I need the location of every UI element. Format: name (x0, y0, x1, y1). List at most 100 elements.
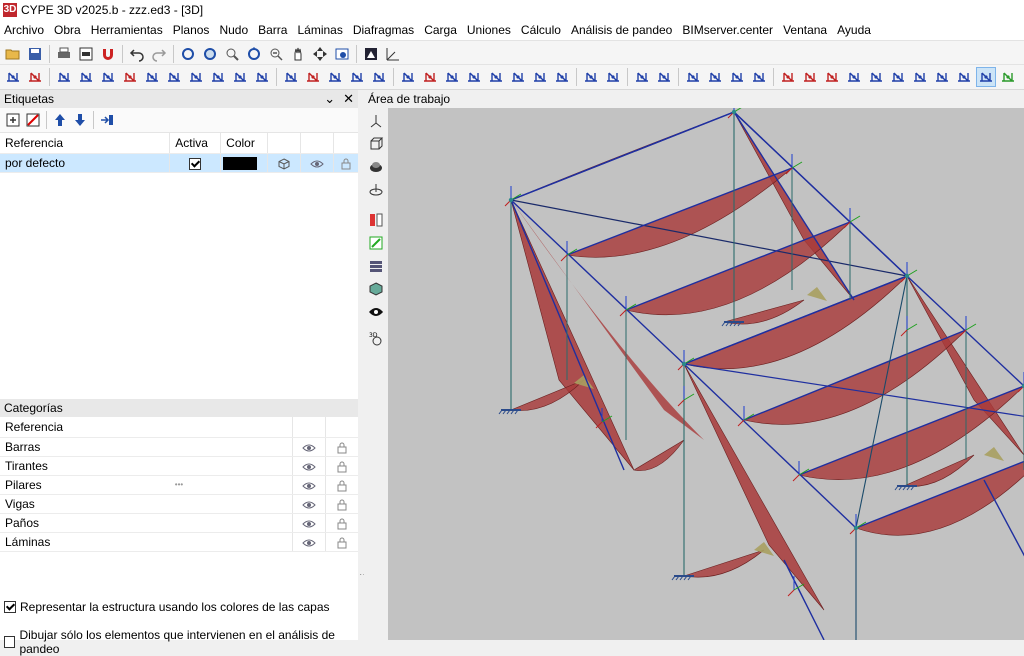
menu-item[interactable]: Barra (254, 23, 293, 37)
lock-icon[interactable] (335, 518, 349, 530)
node-load-4-icon[interactable] (749, 67, 769, 87)
edit-plane-icon[interactable] (366, 233, 386, 253)
menu-item[interactable]: Herramientas (87, 23, 169, 37)
arrow-up-icon[interactable] (51, 111, 69, 129)
load-icon[interactable] (632, 67, 652, 87)
local-axis-y[interactable] (619, 309, 627, 317)
member-load-icon[interactable] (654, 67, 674, 87)
node-load-1-icon[interactable] (683, 67, 703, 87)
diagonal-icon[interactable] (325, 67, 345, 87)
dxf-icon[interactable] (76, 44, 96, 64)
menu-item[interactable]: Cálculo (517, 23, 567, 37)
only-buckling-checkbox[interactable] (4, 636, 16, 648)
node-load-2-icon[interactable] (705, 67, 725, 87)
grid-icon[interactable] (186, 67, 206, 87)
new-bar-icon[interactable] (142, 67, 162, 87)
gusset-plate[interactable] (807, 287, 827, 301)
beam-selected-icon[interactable] (976, 67, 996, 87)
3d-viewport[interactable] (388, 108, 1024, 640)
pencil-icon[interactable] (866, 67, 886, 87)
menu-item[interactable]: Obra (50, 23, 87, 37)
local-axis-y[interactable] (792, 474, 800, 482)
lock-icon[interactable] (335, 480, 349, 492)
pan-hand-icon[interactable] (288, 44, 308, 64)
moment-diagram[interactable] (723, 299, 805, 325)
eye-icon[interactable] (310, 158, 324, 170)
open-folder-icon[interactable] (3, 44, 23, 64)
joint-icon[interactable] (164, 67, 184, 87)
local-axis-y[interactable] (560, 254, 568, 262)
menu-item[interactable]: Nudo (215, 23, 254, 37)
local-axis-x[interactable] (683, 393, 695, 401)
pin-bar-icon[interactable] (369, 67, 389, 87)
save-icon[interactable] (25, 44, 45, 64)
menu-item[interactable]: Carga (420, 23, 463, 37)
redo-icon[interactable] (149, 44, 169, 64)
render-view-icon[interactable] (361, 44, 381, 64)
mesh-icon[interactable] (230, 67, 250, 87)
layers-icon[interactable] (366, 256, 386, 276)
label-reference[interactable]: por defecto (0, 153, 171, 173)
local-axis-x[interactable] (906, 323, 918, 331)
local-axis-x[interactable] (849, 215, 861, 223)
flag-3-icon[interactable] (822, 67, 842, 87)
label-active-checkbox[interactable] (189, 157, 202, 170)
local-axis-x[interactable] (791, 161, 803, 169)
local-axis-y[interactable] (900, 329, 908, 337)
lock-icon[interactable] (335, 499, 349, 511)
structure-node[interactable] (904, 273, 910, 279)
structure-node[interactable] (853, 525, 859, 531)
structure-node[interactable] (508, 197, 514, 203)
node-grid-icon[interactable] (3, 67, 23, 87)
delete-label-icon[interactable] (24, 111, 42, 129)
section-plane-icon[interactable] (366, 210, 386, 230)
table-row[interactable]: Barras (0, 437, 358, 457)
structure-3d-model[interactable] (388, 108, 1024, 640)
view-window-icon[interactable] (332, 44, 352, 64)
only-buckling-option[interactable]: Dibujar sólo los elementos que intervien… (0, 628, 358, 656)
zoom-window-icon[interactable] (200, 44, 220, 64)
menu-item[interactable]: Ventana (779, 23, 833, 37)
copy-icon[interactable] (76, 67, 96, 87)
horizontal-bar-icon[interactable] (281, 67, 301, 87)
structure-node[interactable] (681, 361, 687, 367)
assign-label-icon[interactable] (98, 111, 116, 129)
moment-diagram[interactable] (683, 549, 765, 578)
group-view-icon[interactable] (366, 279, 386, 299)
delete-bar-icon[interactable] (303, 67, 323, 87)
remove-point-icon[interactable] (420, 67, 440, 87)
moment-diagram[interactable] (633, 439, 685, 471)
eye-icon[interactable] (302, 537, 316, 549)
eye-icon[interactable] (302, 442, 316, 454)
local-axis-y[interactable] (737, 419, 745, 427)
table-row[interactable]: Tirantes (0, 456, 358, 476)
view-3d-icon[interactable]: 3D (366, 328, 386, 348)
zoom-out-icon[interactable] (266, 44, 286, 64)
eye-icon[interactable] (302, 461, 316, 473)
cube-red-icon[interactable] (25, 67, 45, 87)
zoom-refresh-icon[interactable] (178, 44, 198, 64)
local-axis-x[interactable] (965, 323, 977, 331)
rotate-view-icon[interactable] (366, 180, 386, 200)
zoom-extents-icon[interactable] (244, 44, 264, 64)
rotate-bar-icon[interactable] (464, 67, 484, 87)
menu-item[interactable]: BIMserver.center (678, 23, 779, 37)
axis-view-icon[interactable] (366, 111, 386, 131)
table-row[interactable]: por defecto (0, 153, 358, 173)
table-row[interactable]: Paños (0, 513, 358, 533)
steel-icon[interactable] (844, 67, 864, 87)
structure-node[interactable] (731, 109, 737, 115)
magnet-icon[interactable] (98, 44, 118, 64)
flag-icon[interactable] (778, 67, 798, 87)
eye-icon[interactable] (302, 518, 316, 530)
local-axis-y[interactable] (677, 399, 685, 407)
move-icon[interactable] (54, 67, 74, 87)
menu-item[interactable]: Análisis de pandeo (567, 23, 678, 37)
lock-icon[interactable] (335, 461, 349, 473)
gusset-plate[interactable] (984, 447, 1004, 461)
use-layer-colors-checkbox[interactable] (4, 601, 16, 613)
support-icon[interactable] (552, 67, 572, 87)
add-label-icon[interactable] (4, 111, 22, 129)
arrow-bar-icon[interactable] (398, 67, 418, 87)
point-icon[interactable] (208, 67, 228, 87)
